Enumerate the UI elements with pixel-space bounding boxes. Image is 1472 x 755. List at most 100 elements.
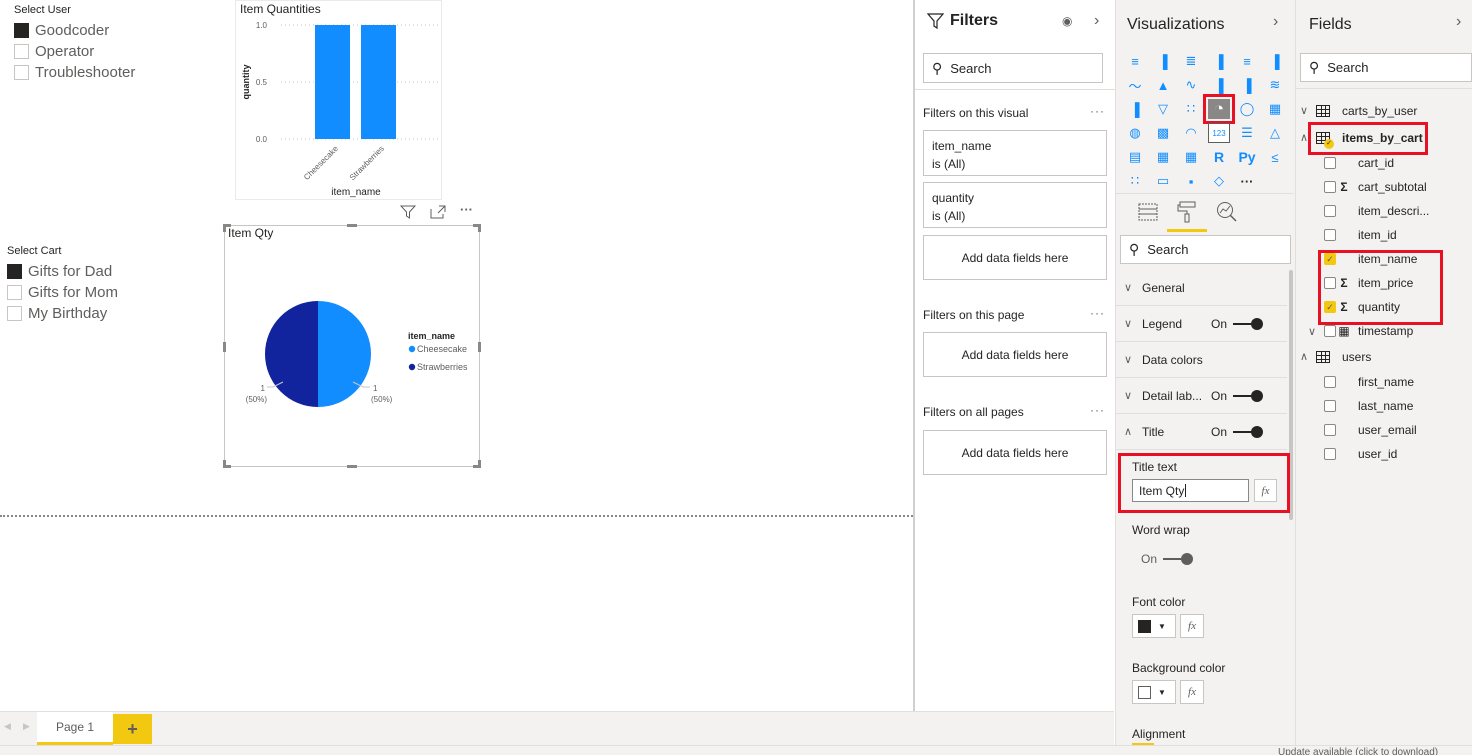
filled-map-icon[interactable]: ▩	[1152, 123, 1174, 143]
resize-handle[interactable]	[347, 465, 357, 468]
checkbox[interactable]	[1324, 400, 1336, 412]
slicer-item-troubleshooter[interactable]: Troubleshooter	[14, 62, 135, 83]
power-apps-icon[interactable]: ◇	[1208, 171, 1230, 191]
filter-card-quantity[interactable]: quantity is (All)	[923, 182, 1107, 228]
word-wrap-toggle[interactable]: On	[1141, 552, 1194, 566]
pie-chart-icon[interactable]: ◔	[1203, 94, 1235, 124]
collapse-visualizations-icon[interactable]: ›	[1273, 13, 1278, 31]
tab-page-1[interactable]: Page 1	[37, 712, 113, 745]
add-page-button[interactable]: +	[113, 714, 152, 744]
chevron-down-icon[interactable]: ∨	[1300, 325, 1324, 338]
waterfall-chart-icon[interactable]: ▐	[1124, 99, 1146, 119]
python-visual-icon[interactable]: Py	[1236, 147, 1258, 167]
chevron-up-icon[interactable]: ∧	[1300, 350, 1316, 363]
resize-handle[interactable]	[223, 460, 231, 468]
slicer-item-my-birthday[interactable]: My Birthday	[7, 303, 118, 324]
resize-handle[interactable]	[223, 224, 231, 232]
checkbox[interactable]	[1324, 424, 1336, 436]
gauge-icon[interactable]: ◠	[1180, 123, 1202, 143]
qa-icon[interactable]: ▭	[1152, 171, 1174, 191]
title-toggle[interactable]: On	[1211, 425, 1263, 439]
checkbox[interactable]	[1324, 376, 1336, 388]
clustered-bar-chart-icon[interactable]: ≣	[1180, 51, 1202, 71]
font-color-fx-button[interactable]: fx	[1180, 614, 1204, 638]
clustered-column-chart-icon[interactable]: ▐	[1208, 51, 1230, 71]
checkbox[interactable]	[1324, 448, 1336, 460]
format-tab[interactable]	[1177, 201, 1197, 228]
checkbox[interactable]	[1324, 205, 1336, 217]
filter-icon[interactable]	[399, 205, 417, 222]
area-chart-icon[interactable]: ▲	[1152, 75, 1174, 95]
format-search-input[interactable]: ⚲ Search	[1120, 235, 1291, 264]
slicer-item-goodcoder[interactable]: Goodcoder	[14, 20, 135, 41]
format-section-title[interactable]: ∧ Title On	[1116, 414, 1287, 450]
checkbox[interactable]	[14, 65, 29, 80]
slicer-item-gifts-for-dad[interactable]: Gifts for Dad	[7, 261, 118, 282]
ribbon-chart-icon[interactable]: ≋	[1264, 75, 1286, 95]
decomposition-tree-icon[interactable]: ∷	[1124, 171, 1146, 191]
table-icon[interactable]: ▦	[1152, 147, 1174, 167]
report-canvas[interactable]: Select User Goodcoder Operator Troublesh…	[0, 0, 913, 711]
filter-card-item-name[interactable]: item_name is (All)	[923, 130, 1107, 176]
more-options-icon[interactable]: ···	[460, 203, 473, 222]
add-visual-filter-dropzone[interactable]: Add data fields here	[923, 235, 1107, 280]
bar-chart-visual[interactable]: Item Quantities 0.0 0.5 1.0 quantity Cheesec…	[235, 0, 442, 200]
more-visuals-icon[interactable]: ···	[1236, 171, 1258, 191]
checkbox[interactable]	[14, 44, 29, 59]
format-section-data-colors[interactable]: ∨ Data colors	[1116, 342, 1287, 378]
scroll-left-icon[interactable]: ◀	[4, 721, 11, 732]
more-options-icon[interactable]: ···	[1090, 306, 1105, 320]
format-section-legend[interactable]: ∨ Legend On	[1116, 306, 1287, 342]
stacked-area-chart-icon[interactable]: ∿	[1180, 75, 1202, 95]
resize-handle[interactable]	[347, 224, 357, 227]
line-and-stacked-column-icon[interactable]: ▐	[1208, 75, 1230, 95]
slicer-item-gifts-for-mom[interactable]: Gifts for Mom	[7, 282, 118, 303]
checkbox[interactable]	[1324, 181, 1336, 193]
treemap-icon[interactable]: ▦	[1264, 99, 1286, 119]
resize-handle[interactable]	[473, 224, 481, 232]
r-visual-icon[interactable]: R	[1208, 147, 1230, 167]
slicer-item-operator[interactable]: Operator	[14, 41, 135, 62]
donut-chart-icon[interactable]: ◯	[1236, 99, 1258, 119]
stacked-bar-chart-icon[interactable]: ≡	[1124, 51, 1146, 71]
stacked-column-chart-icon[interactable]: ▐	[1152, 51, 1174, 71]
update-notice[interactable]: Update available (click to download)	[1278, 747, 1438, 755]
100-stacked-column-chart-icon[interactable]: ▐	[1264, 51, 1286, 71]
fields-search-input[interactable]: ⚲ Search	[1300, 53, 1472, 82]
line-and-clustered-column-icon[interactable]: ▐	[1236, 75, 1258, 95]
scroll-right-icon[interactable]: ▶	[23, 721, 30, 732]
font-color-picker[interactable]: ▼	[1132, 614, 1176, 638]
focus-mode-icon[interactable]	[430, 205, 446, 222]
analytics-tab[interactable]	[1216, 201, 1238, 228]
checkbox[interactable]	[7, 306, 22, 321]
legend-toggle[interactable]: On	[1211, 317, 1263, 331]
resize-handle[interactable]	[223, 342, 226, 352]
background-color-picker[interactable]: ▼	[1132, 680, 1176, 704]
matrix-icon[interactable]: ▦	[1180, 147, 1202, 167]
card-icon[interactable]: 123	[1208, 123, 1230, 143]
fields-tab[interactable]	[1138, 203, 1158, 226]
add-page-filter-dropzone[interactable]: Add data fields here	[923, 332, 1107, 377]
pie-chart-visual[interactable]: Item Qty 1 (50%) 1 (50%) item_name Cheesecake…	[223, 224, 481, 468]
arcgis-icon[interactable]: ▪	[1180, 171, 1202, 191]
collapse-fields-icon[interactable]: ›	[1456, 13, 1461, 31]
map-icon[interactable]: ◍	[1124, 123, 1146, 143]
more-options-icon[interactable]: ···	[1090, 104, 1105, 118]
kpi-icon[interactable]: △	[1264, 123, 1286, 143]
title-text-input[interactable]: Item Qty	[1132, 479, 1249, 502]
checkbox[interactable]	[1324, 325, 1336, 337]
multi-row-card-icon[interactable]: ☰	[1236, 123, 1258, 143]
collapse-filters-icon[interactable]: ›	[1094, 12, 1099, 30]
resize-handle[interactable]	[478, 342, 481, 352]
key-influencers-icon[interactable]: ≤	[1264, 147, 1286, 167]
format-section-detail-labels[interactable]: ∨ Detail lab... On	[1116, 378, 1287, 414]
field-user-id[interactable]: user_id	[1300, 442, 1470, 466]
title-fx-button[interactable]: fx	[1254, 479, 1277, 502]
table-carts-by-user[interactable]: ∨ carts_by_user	[1300, 97, 1470, 124]
add-report-filter-dropzone[interactable]: Add data fields here	[923, 430, 1107, 475]
more-options-icon[interactable]: ···	[1090, 403, 1105, 417]
checkbox[interactable]	[7, 264, 22, 279]
checkbox[interactable]	[1324, 157, 1336, 169]
field-first-name[interactable]: first_name	[1300, 370, 1470, 394]
resize-handle[interactable]	[473, 460, 481, 468]
